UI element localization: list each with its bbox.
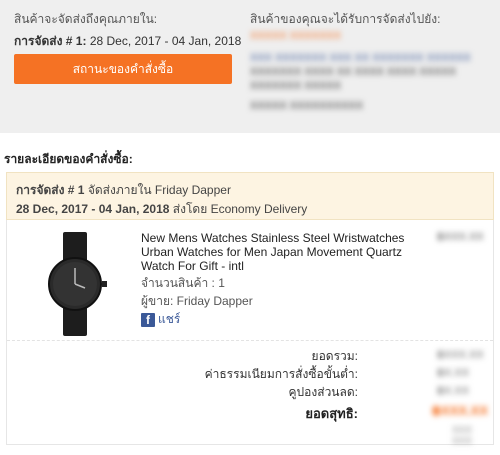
package-shipment-line: การจัดส่ง # 1 จัดส่งภายใน Friday Dapper bbox=[16, 181, 231, 200]
address-line-3: XXXXXXX XXXXX bbox=[250, 80, 342, 92]
grand-total-label: ยอดสุทธิ: bbox=[305, 406, 358, 421]
package-shipment-label: การจัดส่ง # 1 bbox=[16, 183, 85, 197]
coupon-label: คูปองส่วนลด: bbox=[288, 385, 358, 399]
package-seller-text: จัดส่งภายใน Friday Dapper bbox=[87, 183, 231, 197]
order-details-heading: รายละเอียดของคำสั่งซื้อ: bbox=[4, 152, 133, 166]
package-date-line: 28 Dec, 2017 - 04 Jan, 2018 ส่งโดย Econo… bbox=[16, 200, 307, 219]
shipment-label: การจัดส่ง # 1: bbox=[14, 34, 87, 48]
delivery-method: ส่งโดย Economy Delivery bbox=[172, 202, 308, 216]
grand-total-value: ฿XXX.XX bbox=[432, 403, 489, 418]
shipping-address-title: สินค้าของคุณจะได้รับการจัดส่งไปยัง: bbox=[250, 12, 441, 26]
recipient-phone: XXXXX XXXXXXXXXX bbox=[250, 100, 364, 112]
share-label: แชร์ bbox=[158, 312, 181, 326]
minimum-order-fee-label: ค่าธรรมเนียมการสั่งซื้อขั้นต่ำ: bbox=[204, 367, 358, 381]
item-price: ฿XXX.XX bbox=[437, 231, 484, 243]
summary-divider bbox=[7, 340, 493, 341]
address-line-2: XXXXXXX XXXX XX XXXX XXXX XXXXX bbox=[250, 66, 457, 78]
product-image[interactable] bbox=[37, 232, 113, 336]
facebook-share-button[interactable]: f แชร์ bbox=[141, 310, 180, 329]
delivery-estimate-title: สินค้าจะจัดส่งถึงคุณภายใน: bbox=[14, 12, 158, 26]
product-title-link[interactable]: New Mens Watches Stainless Steel Wristwa… bbox=[141, 231, 411, 273]
order-status-button[interactable]: สถานะของคำสั่งซื้อ bbox=[14, 54, 232, 84]
item-seller: ผู้ขาย: Friday Dapper bbox=[141, 294, 253, 308]
shipment-dates: 28 Dec, 2017 - 04 Jan, 2018 bbox=[89, 34, 242, 48]
item-quantity: จำนวนสินค้า : 1 bbox=[141, 276, 225, 290]
minimum-order-fee-value: ฿X.XX bbox=[437, 367, 470, 379]
address-line-1: XXX XXXXXXX XXX XX XXXXXXX XXXXXX bbox=[250, 52, 471, 64]
facebook-icon: f bbox=[141, 312, 155, 327]
subtotal-label: ยอดรวม: bbox=[311, 349, 358, 363]
package-header: การจัดส่ง # 1 จัดส่งภายใน Friday Dapper … bbox=[6, 172, 494, 220]
subtotal-value: ฿XXX.XX bbox=[437, 349, 484, 361]
coupon-value: ฿X.XX bbox=[437, 385, 470, 397]
package-dates: 28 Dec, 2017 - 04 Jan, 2018 bbox=[16, 202, 170, 216]
shipment-estimate: การจัดส่ง # 1: 28 Dec, 2017 - 04 Jan, 20… bbox=[14, 32, 241, 51]
order-summary-panel: สินค้าจะจัดส่งถึงคุณภายใน: การจัดส่ง # 1… bbox=[0, 0, 500, 133]
recipient-name: XXXXX XXXXXXX bbox=[250, 30, 342, 42]
grand-total-note: XXX XXX bbox=[452, 425, 473, 447]
order-item-card: New Mens Watches Stainless Steel Wristwa… bbox=[6, 220, 494, 447]
